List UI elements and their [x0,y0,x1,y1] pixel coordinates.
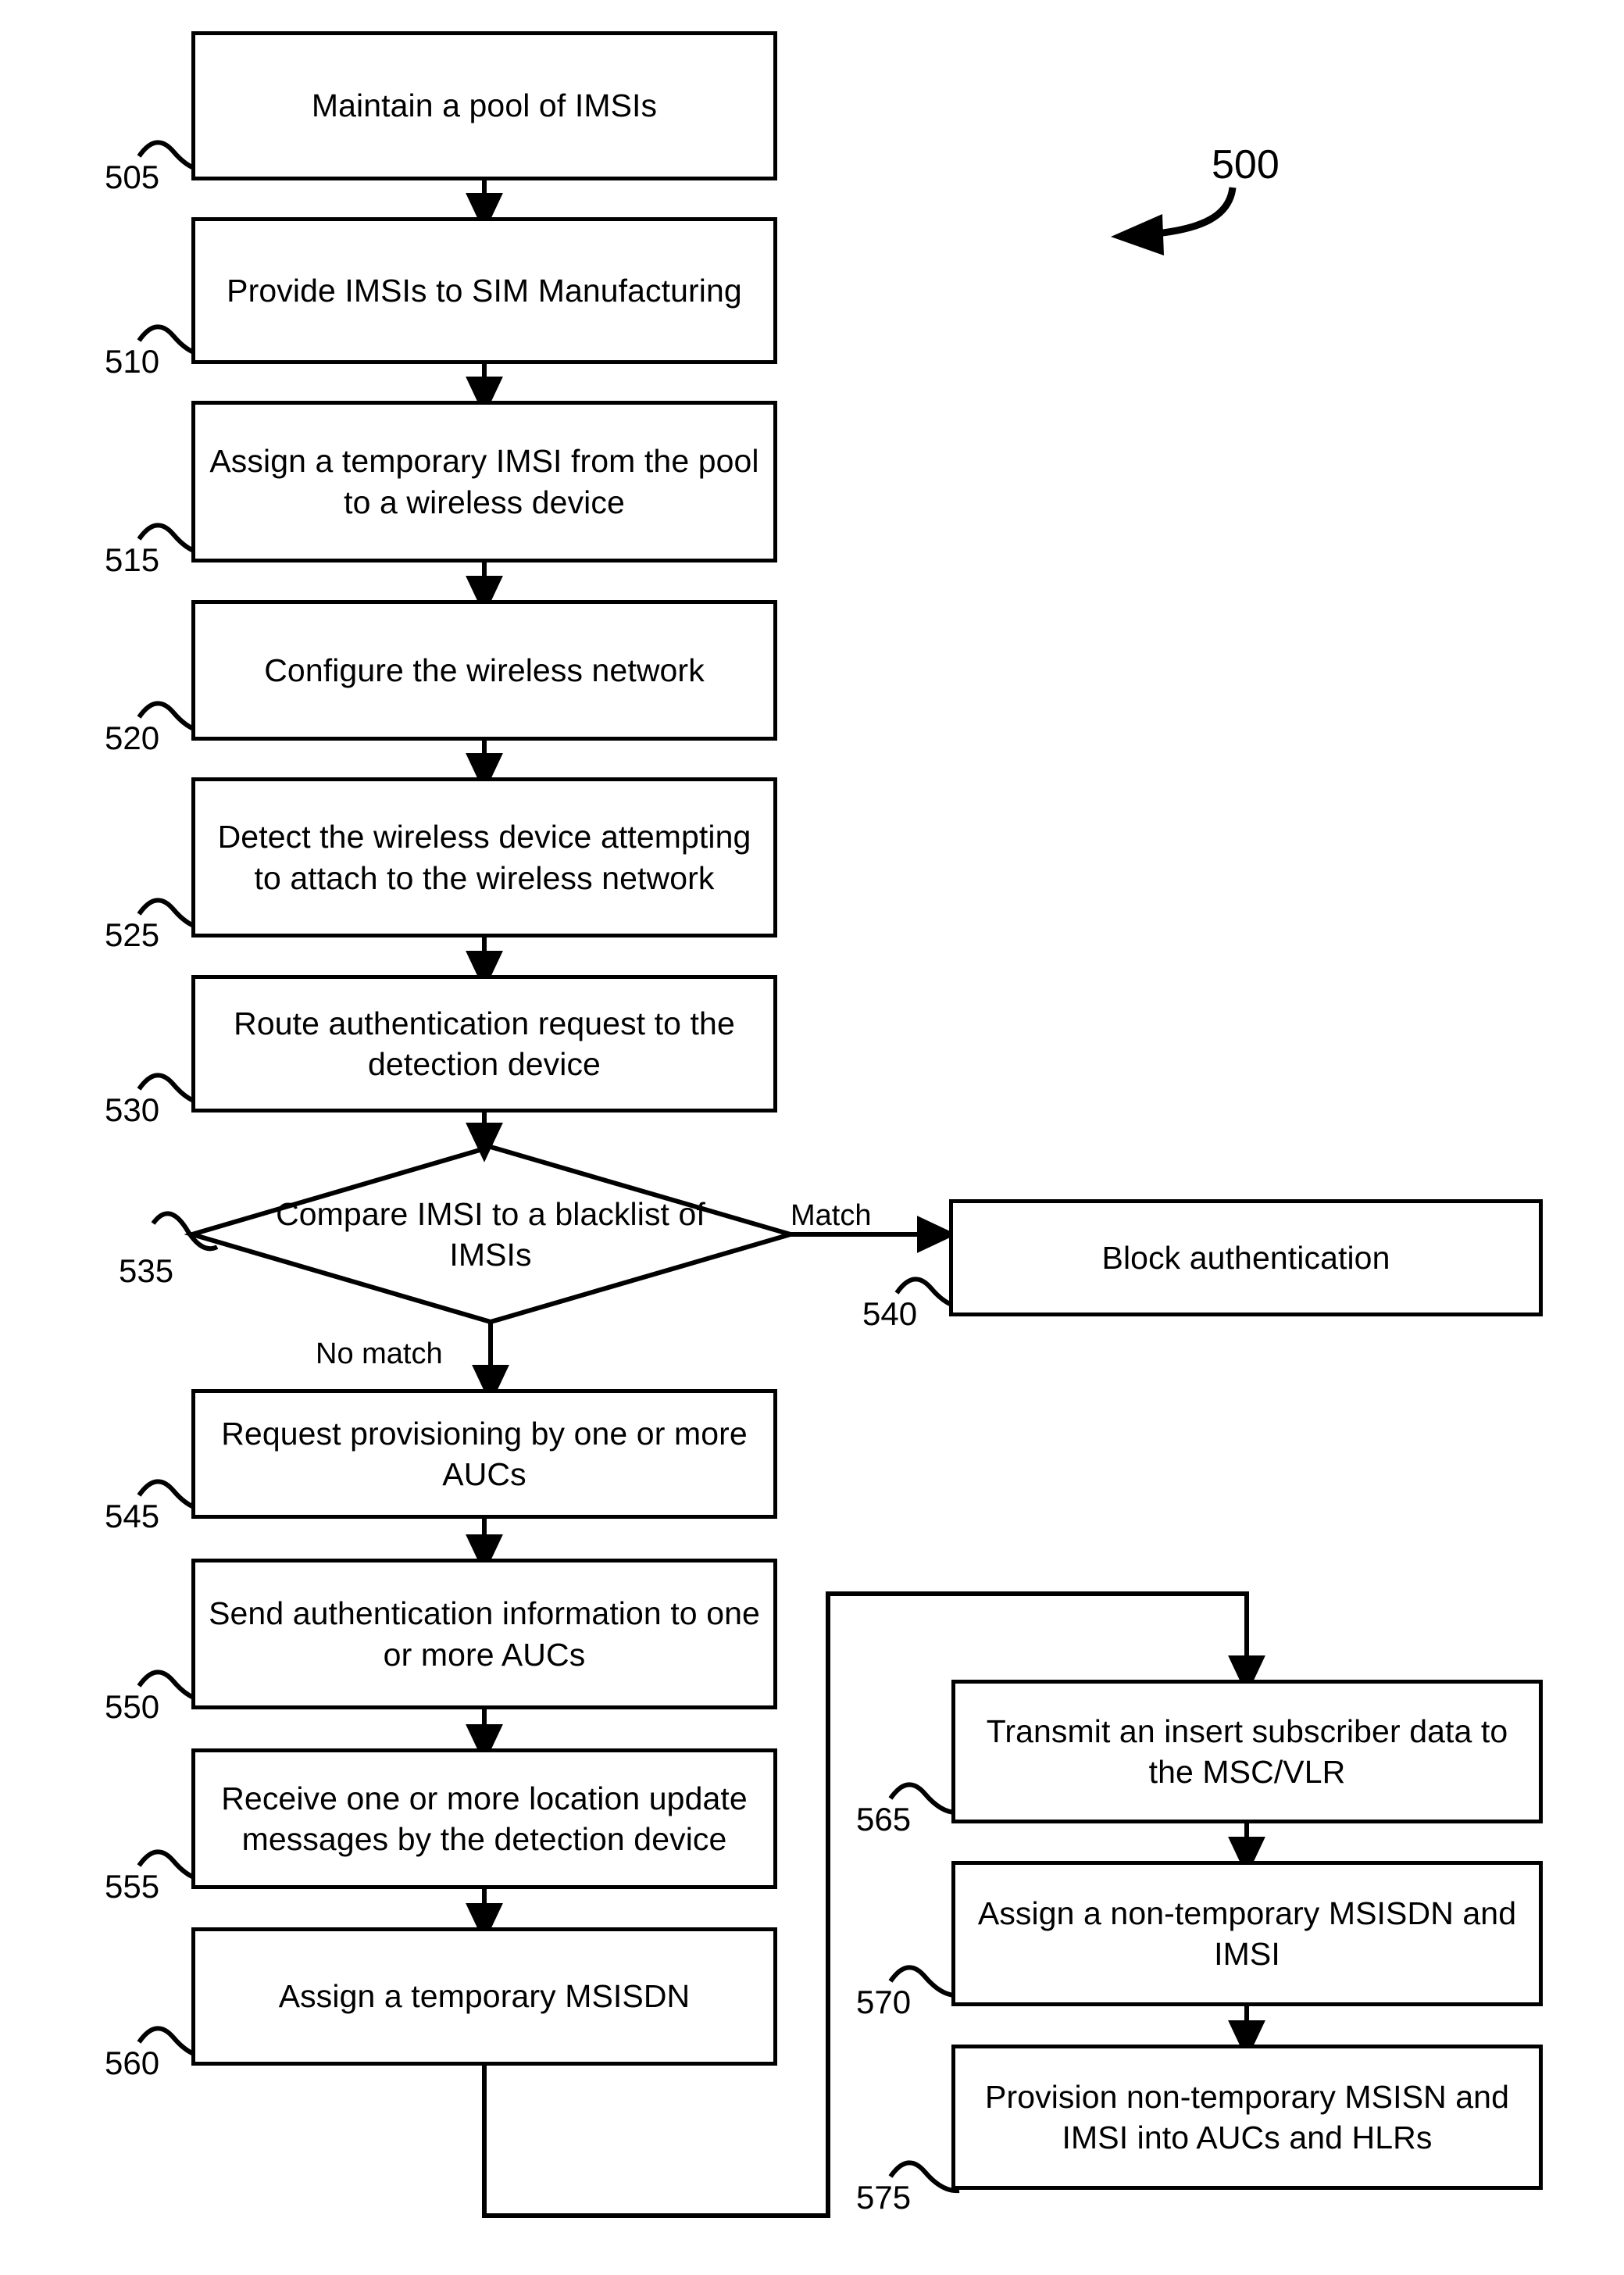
node-550-label: Send authentication information to one o… [209,1595,760,1673]
node-515-label: Assign a temporary IMSI from the pool to… [209,443,759,520]
node-530[interactable]: Route authentication request to the dete… [191,975,777,1112]
node-510-label: Provide IMSIs to SIM Manufacturing [227,272,742,309]
figure-leader-arrowhead [1111,214,1164,255]
node-535-label: Compare IMSI to a blacklist of IMSIs [276,1195,705,1273]
refnum-565: 565 [856,1801,912,1838]
node-560-label: Assign a temporary MSISDN [278,1978,691,2015]
node-525-label: Detect the wireless device attempting to… [217,819,751,896]
node-525[interactable]: Detect the wireless device attempting to… [191,777,777,938]
node-555-label: Receive one or more location update mess… [221,1780,748,1857]
node-540[interactable]: Block authentication [949,1199,1543,1316]
node-550[interactable]: Send authentication information to one o… [191,1559,777,1709]
node-520[interactable]: Configure the wireless network [191,600,777,741]
node-530-label: Route authentication request to the dete… [234,1005,735,1082]
node-575-label: Provision non-temporary MSISN and IMSI i… [985,2078,1509,2155]
node-560[interactable]: Assign a temporary MSISDN [191,1927,777,2066]
node-515[interactable]: Assign a temporary IMSI from the pool to… [191,401,777,562]
node-565-label: Transmit an insert subscriber data to th… [986,1712,1508,1790]
refnum-525: 525 [105,916,160,953]
edge-label-match: Match [791,1199,872,1232]
refnum-520: 520 [105,720,160,756]
refnum-510: 510 [105,343,160,380]
node-565[interactable]: Transmit an insert subscriber data to th… [951,1680,1543,1823]
node-570-label: Assign a non-temporary MSISDN and IMSI [977,1895,1517,1972]
node-575[interactable]: Provision non-temporary MSISN and IMSI i… [951,2045,1543,2190]
node-570[interactable]: Assign a non-temporary MSISDN and IMSI [951,1861,1543,2006]
refnum-515: 515 [105,541,160,578]
refnum-540: 540 [862,1295,918,1332]
refnum-570: 570 [856,1984,912,2020]
refnum-575: 575 [856,2179,912,2216]
node-535[interactable]: Compare IMSI to a blacklist of IMSIs [248,1164,733,1305]
figure-tag-500: 500 [1212,142,1280,188]
edge-label-no-match: No match [316,1338,443,1370]
refnum-550: 550 [105,1688,160,1725]
refnum-560: 560 [105,2045,160,2081]
figure-canvas: Maintain a pool of IMSIs Provide IMSIs t… [0,0,1624,2275]
node-520-label: Configure the wireless network [264,652,705,688]
refnum-545: 545 [105,1498,160,1534]
refnum-530: 530 [105,1091,160,1128]
node-540-label: Block authentication [1101,1239,1390,1276]
node-510[interactable]: Provide IMSIs to SIM Manufacturing [191,217,777,364]
node-555[interactable]: Receive one or more location update mess… [191,1748,777,1889]
refnum-505: 505 [105,159,160,195]
node-545[interactable]: Request provisioning by one or more AUCs [191,1389,777,1519]
refnum-535: 535 [119,1252,174,1289]
refnum-555: 555 [105,1868,160,1905]
node-505[interactable]: Maintain a pool of IMSIs [191,31,777,180]
node-505-label: Maintain a pool of IMSIs [311,88,658,124]
node-545-label: Request provisioning by one or more AUCs [221,1415,748,1492]
